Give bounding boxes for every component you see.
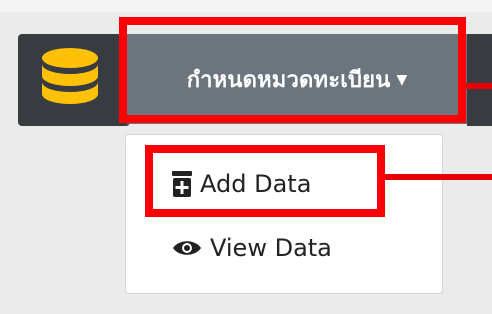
adjacent-menu-button[interactable] <box>467 34 492 126</box>
database-icon <box>38 46 102 110</box>
callout-arrow-menu <box>466 83 492 89</box>
top-strip <box>0 0 492 12</box>
callout-arrow-add-data <box>383 174 492 180</box>
highlight-box-add-data <box>145 145 385 217</box>
view-data-label: View Data <box>210 234 332 262</box>
menu-item-view-data[interactable]: View Data <box>172 228 332 268</box>
eye-icon <box>172 238 202 258</box>
highlight-box-menu <box>119 17 466 123</box>
